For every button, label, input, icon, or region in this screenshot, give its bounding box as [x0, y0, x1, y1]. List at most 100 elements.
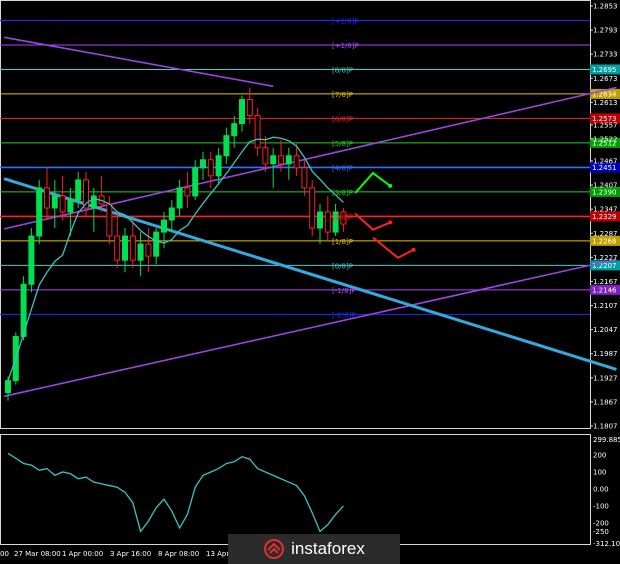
- oscillator-line: [7, 452, 344, 533]
- candle-body: [270, 155, 277, 165]
- murrey-label: [8/8]P: [332, 66, 353, 74]
- price-tick-label: 1.2467: [593, 157, 618, 165]
- murrey-label: [+1/8]P: [332, 42, 359, 50]
- oscillator-tick-label: 100: [593, 468, 606, 476]
- time-tick-label: 00: [0, 550, 9, 558]
- oscillator-min-label: -312.104: [593, 540, 620, 548]
- oscillator-panel-frame: [0, 434, 591, 545]
- price-tick-label: 1.2673: [593, 75, 618, 83]
- candle-body: [231, 123, 238, 137]
- price-tick-label: 1.1867: [593, 398, 618, 406]
- candle-body: [145, 243, 152, 257]
- price-tick-label: 1.2167: [593, 278, 618, 286]
- time-tick-label: 1 Apr 00:00: [62, 550, 103, 558]
- oscillator-tick-label: 0.00: [593, 485, 609, 493]
- instaforex-logo-icon: [264, 539, 285, 559]
- forecast-arrow-head: [388, 220, 393, 225]
- candle-body: [223, 135, 230, 157]
- murrey-label: [+2/8]P: [332, 17, 359, 25]
- candle-body: [44, 187, 50, 209]
- murrey-label: [7/8]P: [332, 91, 353, 99]
- candle-body: [153, 231, 160, 257]
- candle-body: [215, 155, 222, 177]
- candle-body: [184, 187, 191, 197]
- murrey-label: [3/8]P: [332, 189, 353, 197]
- candle-body: [207, 159, 214, 177]
- price-tick-label: 1.2853: [593, 3, 618, 11]
- time-tick-label: 8 Apr 08:00: [158, 550, 199, 558]
- time-axis: 00 27 Mar 08:00 1 Apr 00:00 3 Apr 16:00 8 Ap…: [0, 550, 229, 558]
- candle-body: [137, 243, 144, 261]
- candle-body: [176, 187, 183, 209]
- murrey-labels: [+2/8]P [+1/8]P [8/8]P [7/8]P [6/8]P [5/8]P [4…: [332, 17, 359, 319]
- instaforex-watermark: instaforex: [228, 534, 400, 564]
- price-tick-label: 1.2522: [593, 135, 618, 143]
- candle-body: [75, 179, 82, 201]
- price-tick-label: 1.2613: [593, 99, 618, 107]
- candle-body: [239, 99, 245, 125]
- candle-body: [51, 195, 58, 209]
- candle-body: [246, 99, 253, 117]
- price-tag-value: 1.2146: [592, 286, 617, 294]
- murrey-label: [-1/8]P: [332, 287, 355, 295]
- oscillator: [7, 452, 344, 533]
- price-tick-label: 1.2107: [593, 302, 618, 310]
- price-tag-value: 1.2329: [592, 213, 617, 221]
- candle-body: [200, 159, 206, 169]
- price-panel-frame: [0, 0, 591, 429]
- price-tick-label: 1.2287: [593, 230, 618, 238]
- candle-body: [161, 219, 167, 233]
- candle-body: [122, 235, 128, 261]
- candle-body: [192, 167, 199, 197]
- candle-body: [262, 147, 269, 165]
- candle-body: [114, 235, 121, 261]
- oscillator-tick-label: -100: [593, 502, 609, 510]
- oscillator-tick-label: 200: [593, 451, 606, 459]
- candle-body: [36, 187, 43, 237]
- candles: [5, 87, 347, 401]
- watermark-text: instaforex: [291, 539, 365, 558]
- time-tick-label: 3 Apr 16:00: [110, 550, 151, 558]
- murrey-label: [-2/8]P: [332, 311, 355, 319]
- price-tick-label: 1.2047: [593, 326, 618, 334]
- moving-average: [7, 136, 344, 381]
- murrey-label: [2/8]P: [332, 213, 353, 221]
- candle-body: [129, 235, 136, 261]
- candle-body: [90, 195, 97, 209]
- price-tick-label: 1.1807: [593, 423, 618, 431]
- oscillator-tick-label: -200: [593, 519, 609, 527]
- candle-body: [324, 211, 331, 233]
- price-tag-value: 1.2390: [592, 188, 617, 196]
- price-tick-label: 1.2347: [593, 206, 618, 214]
- forecast-arrow: [354, 171, 391, 194]
- price-tick-label: 1.2557: [593, 121, 618, 129]
- chart-canvas: 1.26951.26341.25731.25121.24511.23901.23…: [0, 0, 620, 558]
- candle-body: [106, 203, 113, 237]
- forecast-arrow-head: [388, 183, 393, 188]
- price-tick-label: 1.1987: [593, 350, 618, 358]
- candle-body: [5, 380, 11, 394]
- forecast-arrows: [354, 171, 416, 259]
- price-tag-value: 1.2268: [592, 237, 617, 245]
- moving-average-line: [7, 136, 344, 381]
- candle-body: [301, 167, 308, 189]
- candle-body: [67, 199, 74, 213]
- price-tick-label: 1.2733: [593, 51, 618, 59]
- candle-body: [59, 195, 66, 213]
- time-tick-label: 13 Apr: [206, 550, 229, 558]
- murrey-label: [5/8]P: [332, 140, 353, 148]
- oscillator-max-label: 299.8858: [593, 436, 620, 444]
- candle-body: [309, 187, 316, 229]
- candle-body: [168, 207, 175, 221]
- trend-line: [3, 258, 617, 398]
- price-tick-label: 1.2407: [593, 182, 618, 190]
- murrey-label: [6/8]P: [332, 115, 353, 123]
- price-tick-label: 1.1927: [593, 374, 618, 382]
- candle-body: [28, 235, 35, 285]
- murrey-label: [0/8]P: [332, 262, 353, 270]
- candle-body: [254, 115, 261, 149]
- price-tag-value: 1.2207: [592, 262, 617, 270]
- oscillator-tick-label: -250: [593, 528, 609, 536]
- price-tag-value: 1.2695: [592, 66, 617, 74]
- price-tick-label: 1.2793: [593, 27, 618, 35]
